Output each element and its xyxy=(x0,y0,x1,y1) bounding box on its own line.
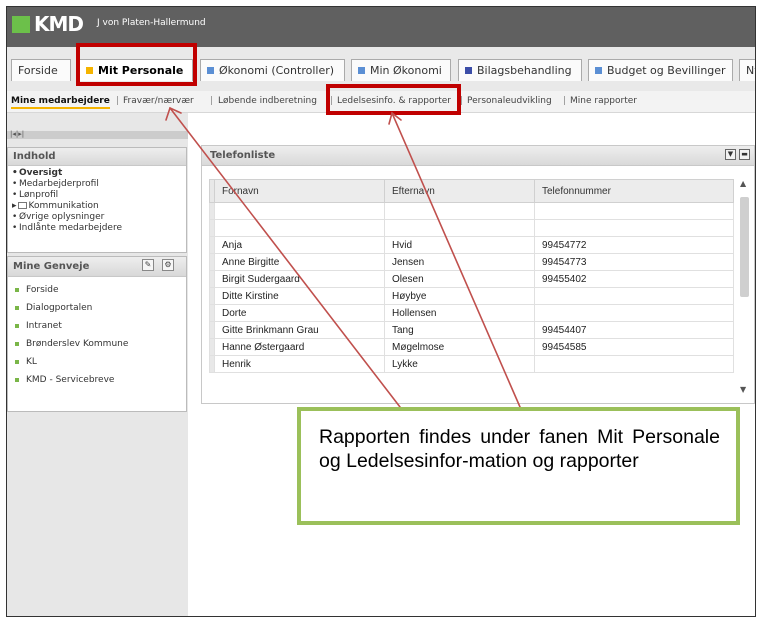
callout-text: Rapporten findes under fanen Mit Persona… xyxy=(319,426,720,472)
arrow-to-ledelsesinfo xyxy=(391,112,521,408)
arrow-to-mit-personale xyxy=(169,107,401,408)
annotation-callout: Rapporten findes under fanen Mit Persona… xyxy=(297,407,740,525)
annotation-arrows xyxy=(165,106,521,408)
